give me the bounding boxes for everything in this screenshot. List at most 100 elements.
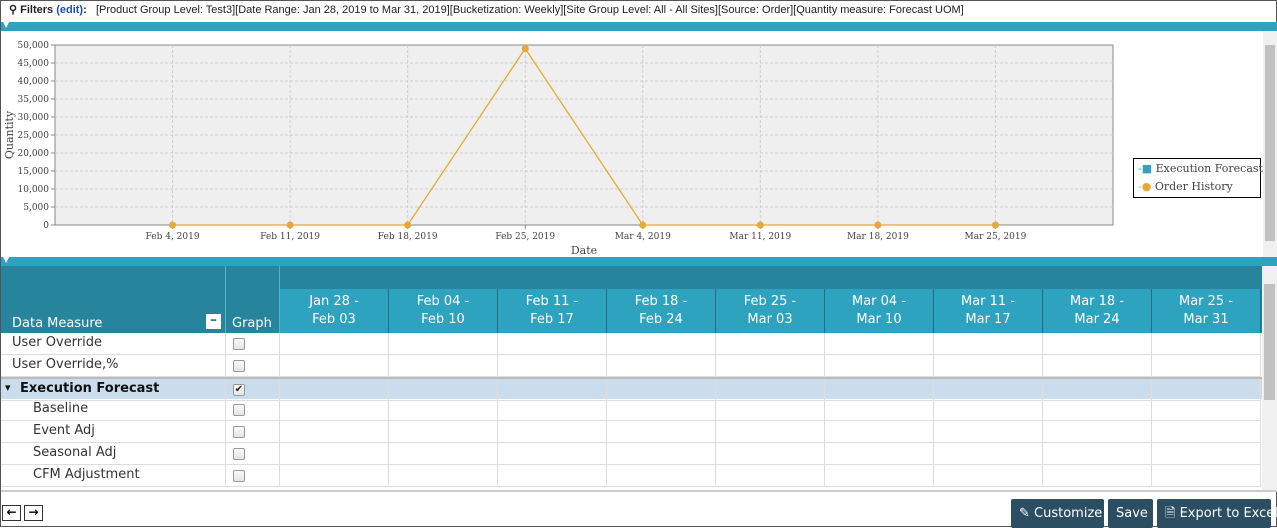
value-cell[interactable] [716,443,825,465]
value-cell[interactable] [280,379,389,401]
legend-item-execution-forecast[interactable]: -■ Execution Forecast [1138,161,1263,179]
value-cell[interactable] [389,333,498,355]
value-cell[interactable] [1152,465,1261,487]
value-cell[interactable] [825,379,934,401]
value-cell[interactable] [607,465,716,487]
value-cell[interactable] [607,379,716,401]
value-cell[interactable] [498,399,607,421]
graph-checkbox[interactable] [233,338,245,350]
value-cell[interactable] [498,379,607,401]
graph-checkbox[interactable] [233,470,245,482]
graph-header: Graph [226,266,280,333]
value-cell[interactable] [280,399,389,421]
graph-checkbox[interactable]: ✔ [233,384,245,396]
value-cell[interactable] [389,465,498,487]
value-cell[interactable] [934,399,1043,421]
value-cell[interactable] [1043,421,1152,443]
chart-collapse-bar[interactable]: ▼ [1,20,1277,31]
period-header-line: Feb 18 - [634,294,688,309]
collapse-all-icon[interactable]: – [206,313,221,329]
value-cell[interactable] [934,465,1043,487]
value-cell[interactable] [389,421,498,443]
value-cell[interactable] [1043,379,1152,401]
previous-arrow-button[interactable]: ← [2,505,21,521]
value-cell[interactable] [716,465,825,487]
graph-checkbox[interactable] [233,426,245,438]
value-cell[interactable] [716,399,825,421]
value-cell[interactable] [825,465,934,487]
value-cell[interactable] [825,399,934,421]
value-cell[interactable] [1152,443,1261,465]
grid-scrollbar[interactable] [1262,266,1277,490]
value-cell[interactable] [498,333,607,355]
value-cell[interactable] [389,379,498,401]
graph-checkbox[interactable] [233,448,245,460]
value-cell[interactable] [280,355,389,377]
value-cell[interactable] [1152,355,1261,377]
value-cell[interactable] [1043,443,1152,465]
value-cell[interactable] [280,333,389,355]
value-cell[interactable] [607,421,716,443]
period-header: Feb 25 - Mar 03 [716,289,825,333]
value-cell[interactable] [1043,399,1152,421]
save-label: Save [1116,506,1148,521]
value-cell[interactable] [1152,399,1261,421]
graph-checkbox[interactable] [233,360,245,372]
data-point [756,221,764,229]
value-cell[interactable] [825,443,934,465]
value-cell[interactable] [1152,421,1261,443]
value-cell[interactable] [280,443,389,465]
customize-button[interactable]: ✎ Customize [1011,499,1104,528]
data-grid: Data Measure – Graph Jan 28 - Feb 03 Feb 0… [1,266,1262,490]
period-header: Feb 11 - Feb 17 [498,289,607,333]
chart-scrollbar[interactable] [1263,31,1277,257]
export-to-excel-button[interactable]: 🗎 Export to Excel [1157,499,1277,528]
value-cell[interactable] [934,333,1043,355]
value-cell[interactable] [280,421,389,443]
value-cell[interactable] [607,399,716,421]
value-cell[interactable] [389,355,498,377]
value-cell[interactable] [716,421,825,443]
data-point [991,221,999,229]
circle-marker-icon: -● [1138,180,1152,193]
value-cell[interactable] [389,443,498,465]
scrollbar-thumb[interactable] [1265,45,1275,241]
filters-edit-link[interactable]: (edit) [56,4,83,16]
next-arrow-button[interactable]: → [24,505,43,521]
value-cell[interactable] [607,333,716,355]
row-label-text: User Override [12,335,103,350]
value-cell[interactable] [1043,355,1152,377]
value-cell[interactable] [1152,333,1261,355]
value-cell[interactable] [825,355,934,377]
value-cell[interactable] [498,421,607,443]
value-cell[interactable] [498,355,607,377]
value-cell[interactable] [607,443,716,465]
value-cell[interactable] [934,355,1043,377]
legend-item-order-history[interactable]: -● Order History [1138,179,1256,197]
value-cell[interactable] [607,355,716,377]
graph-checkbox[interactable] [233,404,245,416]
value-cell[interactable] [825,333,934,355]
value-cell[interactable] [1152,379,1261,401]
value-cell[interactable] [1043,333,1152,355]
value-cell[interactable] [934,421,1043,443]
value-cell[interactable] [716,333,825,355]
value-cell[interactable] [498,465,607,487]
value-cell[interactable] [825,421,934,443]
period-header-line: Mar 25 - [1178,294,1234,309]
table-collapse-bar[interactable]: ▼ [1,255,1277,266]
value-cell[interactable] [934,443,1043,465]
value-cell[interactable] [389,399,498,421]
scrollbar-thumb[interactable] [1264,284,1275,400]
value-cell[interactable] [498,443,607,465]
value-cell[interactable] [716,355,825,377]
chart-legend: -■ Execution Forecast -● Order History [1133,158,1263,198]
period-header: Mar 04 - Mar 10 [825,289,934,333]
value-cell[interactable] [1043,465,1152,487]
value-cell[interactable] [716,379,825,401]
save-button[interactable]: Save [1108,499,1153,528]
row-label: CFM Adjustment [1,465,226,487]
value-cell[interactable] [280,465,389,487]
value-cell[interactable] [934,379,1043,401]
expand-caret-icon[interactable]: ▾ [5,381,11,394]
